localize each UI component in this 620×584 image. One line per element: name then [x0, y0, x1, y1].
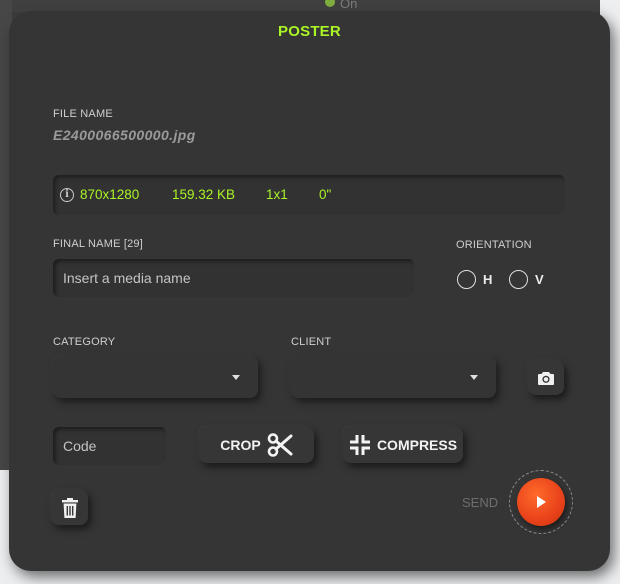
chevron-down-icon: [470, 375, 478, 380]
category-label: CATEGORY: [53, 336, 116, 348]
poster-dialog: POSTER FILE NAME E2400066500000.jpg i 87…: [9, 11, 610, 571]
delete-button[interactable]: [51, 490, 88, 525]
orientation-h-label: H: [483, 272, 493, 287]
chevron-down-icon: [232, 375, 240, 380]
crop-button-label: CROP: [220, 437, 261, 453]
compress-button[interactable]: COMPRESS: [343, 427, 463, 463]
orientation-v-radio[interactable]: [509, 270, 528, 289]
client-label: CLIENT: [291, 336, 332, 348]
send-label: SEND: [462, 495, 499, 510]
background-status-label: On: [340, 0, 358, 11]
file-name-label: FILE NAME: [53, 108, 113, 120]
client-select[interactable]: [291, 356, 496, 398]
category-select[interactable]: [53, 356, 258, 398]
info-ratio: 1x1: [266, 187, 288, 202]
info-icon: i: [60, 188, 74, 202]
final-name-input[interactable]: [53, 259, 414, 297]
camera-button[interactable]: [528, 361, 564, 395]
orientation-label: ORIENTATION: [456, 239, 532, 251]
send-button[interactable]: [517, 478, 565, 526]
info-dimensions: 870x1280: [80, 187, 140, 202]
final-name-label: FINAL NAME [29]: [53, 238, 144, 250]
trash-icon: [61, 497, 78, 518]
compress-icon: [349, 435, 370, 455]
play-icon: [537, 496, 546, 508]
dialog-title: POSTER: [278, 23, 341, 40]
scissors-icon: [267, 433, 293, 457]
orientation-v-label: V: [535, 272, 544, 287]
orientation-h-radio[interactable]: [457, 270, 476, 289]
info-duration: 0": [319, 187, 332, 202]
crop-button[interactable]: CROP: [199, 427, 314, 463]
compress-button-label: COMPRESS: [376, 437, 458, 453]
status-dot-icon: [325, 0, 335, 7]
camera-icon: [538, 372, 554, 385]
file-name-value: E2400066500000.jpg: [53, 127, 196, 143]
info-size: 159.32 KB: [172, 187, 236, 202]
code-input[interactable]: [53, 427, 166, 465]
file-info-bar: i 870x1280 159.32 KB 1x1 0": [53, 175, 565, 215]
